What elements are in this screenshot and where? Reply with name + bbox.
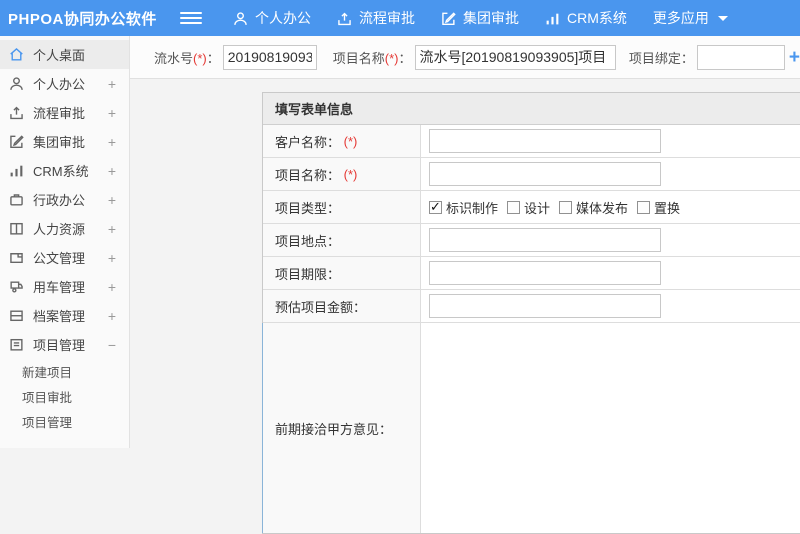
book-icon bbox=[9, 221, 25, 236]
nav-workflow-approval[interactable]: 流程审批 bbox=[324, 0, 428, 36]
project-type-checkbox-group: 标识制作 设计 媒体发布 置换 bbox=[429, 198, 689, 217]
form-row-estimated-amount: 预估项目金额： bbox=[263, 290, 800, 323]
checkbox-option[interactable]: 标识制作 bbox=[429, 198, 498, 217]
sidebar-item-document-mgmt[interactable]: 公文管理 + bbox=[0, 243, 129, 272]
project-icon bbox=[9, 337, 25, 352]
customer-name-input[interactable] bbox=[429, 129, 661, 153]
edit-icon bbox=[9, 134, 25, 149]
checkbox-icon[interactable] bbox=[637, 201, 650, 214]
plus-icon[interactable]: + bbox=[789, 48, 800, 67]
document-icon bbox=[9, 250, 25, 265]
project-name-input[interactable] bbox=[415, 45, 616, 70]
checkbox-icon[interactable] bbox=[559, 201, 572, 214]
sidebar-item-human-resources[interactable]: 人力资源 + bbox=[0, 214, 129, 243]
expand-icon[interactable]: + bbox=[108, 192, 116, 208]
nav-group-approval[interactable]: 集团审批 bbox=[428, 0, 532, 36]
archive-icon bbox=[9, 308, 25, 323]
sidebar-item-personal-office[interactable]: 个人办公 + bbox=[0, 69, 129, 98]
sidebar-item-vehicle-mgmt[interactable]: 用车管理 + bbox=[0, 272, 129, 301]
top-nav: 个人办公 流程审批 集团审批 CRM系统 更多应用 bbox=[220, 0, 741, 36]
menu-icon[interactable] bbox=[180, 12, 202, 24]
expand-icon[interactable]: + bbox=[108, 221, 116, 237]
sidebar-item-desktop[interactable]: 个人桌面 bbox=[0, 40, 129, 69]
bar-chart-icon bbox=[9, 163, 25, 178]
bar-chart-icon bbox=[545, 11, 560, 26]
project-location-input[interactable] bbox=[429, 228, 661, 252]
edit-icon bbox=[441, 11, 456, 26]
expand-icon[interactable]: + bbox=[108, 279, 116, 295]
form-row-project-location: 项目地点： bbox=[263, 224, 800, 257]
nav-crm-system[interactable]: CRM系统 bbox=[532, 0, 640, 36]
project-name-field-input[interactable] bbox=[429, 162, 661, 186]
serial-input[interactable] bbox=[223, 45, 317, 70]
top-header: PHPOA协同办公软件 个人办公 流程审批 集团审批 CRM系统 更多应用 bbox=[0, 0, 800, 36]
sidebar-item-project-mgmt[interactable]: 项目管理 − bbox=[0, 330, 129, 359]
upload-icon bbox=[337, 11, 352, 26]
collapse-icon[interactable]: − bbox=[108, 337, 116, 353]
serial-label: 流水号(*)： bbox=[154, 48, 220, 67]
caret-down-icon bbox=[718, 16, 728, 21]
expand-icon[interactable]: + bbox=[108, 308, 116, 324]
sidebar-item-admin-office[interactable]: 行政办公 + bbox=[0, 185, 129, 214]
user-icon bbox=[233, 11, 248, 26]
checkbox-option[interactable]: 置换 bbox=[637, 198, 680, 217]
home-icon bbox=[9, 47, 25, 62]
nav-personal-office[interactable]: 个人办公 bbox=[220, 0, 324, 36]
form-row-customer-name: 客户名称： (*) bbox=[263, 125, 800, 158]
user-icon bbox=[9, 76, 25, 91]
app-logo: PHPOA协同办公软件 bbox=[0, 8, 138, 29]
sidebar-item-archive-mgmt[interactable]: 档案管理 + bbox=[0, 301, 129, 330]
sidebar-item-group-approval[interactable]: 集团审批 + bbox=[0, 127, 129, 156]
checkbox-option[interactable]: 设计 bbox=[507, 198, 550, 217]
form-row-project-name: 项目名称： (*) bbox=[263, 158, 800, 191]
form-section-title: 填写表单信息 bbox=[263, 93, 800, 125]
project-bind-label: 项目绑定： bbox=[629, 48, 694, 67]
checkbox-icon[interactable] bbox=[507, 201, 520, 214]
checkbox-option[interactable]: 媒体发布 bbox=[559, 198, 628, 217]
expand-icon[interactable]: + bbox=[108, 76, 116, 92]
form-row-preliminary-opinion: 前期接洽甲方意见： bbox=[262, 323, 800, 533]
meta-form-bar: 流水号(*)： 项目名称(*)： 项目绑定： + bbox=[130, 36, 800, 79]
project-name-label: 项目名称(*)： bbox=[333, 48, 412, 67]
upload-icon bbox=[9, 105, 25, 120]
preliminary-opinion-textarea[interactable] bbox=[421, 323, 800, 533]
expand-icon[interactable]: + bbox=[108, 134, 116, 150]
sidebar-item-crm-system[interactable]: CRM系统 + bbox=[0, 156, 129, 185]
expand-icon[interactable]: + bbox=[108, 250, 116, 266]
estimated-amount-input[interactable] bbox=[429, 294, 661, 318]
briefcase-icon bbox=[9, 192, 25, 207]
expand-icon[interactable]: + bbox=[108, 163, 116, 179]
form-row-project-duration: 项目期限： bbox=[263, 257, 800, 290]
car-icon bbox=[9, 279, 25, 294]
nav-more-apps[interactable]: 更多应用 bbox=[640, 0, 741, 36]
form-row-project-type: 项目类型： 标识制作 设计 媒体发布 置换 bbox=[263, 191, 800, 224]
sidebar-subitem-project-manage[interactable]: 项目管理 bbox=[0, 409, 129, 434]
project-duration-input[interactable] bbox=[429, 261, 661, 285]
project-bind-input[interactable] bbox=[697, 45, 785, 70]
sidebar-subitem-project-approval[interactable]: 项目审批 bbox=[0, 384, 129, 409]
checkbox-icon[interactable] bbox=[429, 201, 442, 214]
expand-icon[interactable]: + bbox=[108, 105, 116, 121]
form-panel: 填写表单信息 客户名称： (*) 项目名称： (*) 项目类型： 标识制作 设计… bbox=[262, 92, 800, 534]
sidebar-subitem-new-project[interactable]: 新建项目 bbox=[0, 359, 129, 384]
sidebar-item-workflow-approval[interactable]: 流程审批 + bbox=[0, 98, 129, 127]
sidebar: 个人桌面 个人办公 + 流程审批 + 集团审批 + CRM系统 + 行政办公 +… bbox=[0, 36, 130, 448]
main-content: 流水号(*)： 项目名称(*)： 项目绑定： + 填写表单信息 客户名称： (*… bbox=[130, 36, 800, 448]
